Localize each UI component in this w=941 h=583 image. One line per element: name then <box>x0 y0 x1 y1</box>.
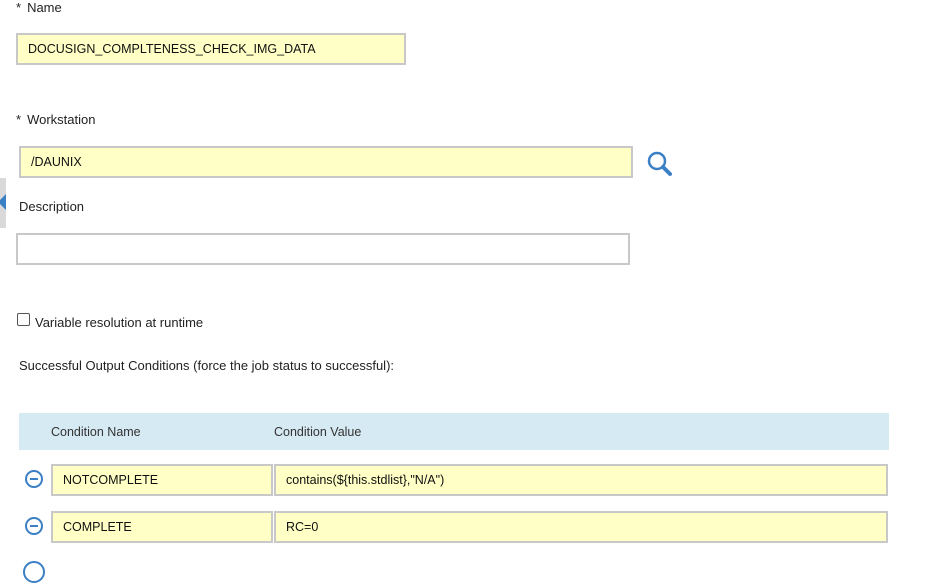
collapse-panel-icon[interactable] <box>0 194 6 210</box>
remove-condition-icon[interactable] <box>25 470 43 488</box>
workstation-value: /DAUNIX <box>31 155 82 169</box>
workstation-label: * Workstation <box>16 112 95 127</box>
condition-value-input[interactable]: contains(${this.stdlist},"N/A") <box>274 464 888 496</box>
description-field[interactable] <box>16 233 630 265</box>
column-header-condition-value: Condition Value <box>274 425 362 439</box>
condition-value-input[interactable]: RC=0 <box>274 511 888 543</box>
search-icon[interactable] <box>646 150 674 178</box>
condition-name-input[interactable]: NOTCOMPLETE <box>51 464 273 496</box>
conditions-table-header: Condition Name Condition Value <box>19 413 889 450</box>
condition-name-input[interactable]: COMPLETE <box>51 511 273 543</box>
name-value: DOCUSIGN_COMPLTENESS_CHECK_IMG_DATA <box>28 42 316 56</box>
name-field[interactable]: DOCUSIGN_COMPLTENESS_CHECK_IMG_DATA <box>16 33 406 65</box>
workstation-field[interactable]: /DAUNIX <box>19 146 633 178</box>
condition-name-value: NOTCOMPLETE <box>63 473 159 487</box>
condition-value-value: contains(${this.stdlist},"N/A") <box>286 473 445 487</box>
remove-condition-icon[interactable] <box>25 517 43 535</box>
variable-resolution-label: Variable resolution at runtime <box>35 315 204 330</box>
required-marker: * <box>16 112 22 127</box>
description-label: Description <box>19 199 85 214</box>
add-condition-icon[interactable] <box>23 561 45 583</box>
name-label: * Name <box>16 0 62 15</box>
success-conditions-label: Successful Output Conditions (force the … <box>19 358 395 373</box>
condition-name-value: COMPLETE <box>63 520 132 534</box>
condition-value-value: RC=0 <box>286 520 319 534</box>
workstation-label-text: Workstation <box>27 112 96 127</box>
name-label-text: Name <box>27 0 62 15</box>
column-header-condition-name: Condition Name <box>51 425 141 439</box>
required-marker: * <box>16 0 22 15</box>
variable-resolution-checkbox[interactable] <box>17 313 30 326</box>
